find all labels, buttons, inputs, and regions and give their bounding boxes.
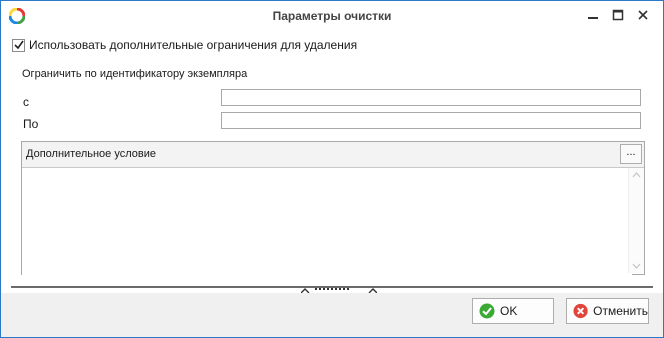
title-bar[interactable]: Параметры очистки: [1, 1, 663, 32]
cancel-label: Отменить: [593, 304, 648, 318]
minimize-button[interactable]: [583, 7, 603, 25]
cancel-button[interactable]: Отменить: [566, 298, 649, 324]
close-icon: [638, 10, 648, 20]
instance-id-section-label: Ограничить по идентификатору экземпляра: [22, 68, 248, 80]
additional-condition-header: Дополнительное условие ...: [22, 142, 644, 168]
scroll-down-icon[interactable]: [632, 263, 641, 269]
from-input[interactable]: [221, 89, 641, 106]
additional-condition-title: Дополнительное условие: [26, 148, 156, 160]
splitter-bar[interactable]: [11, 286, 653, 294]
condition-textarea[interactable]: [22, 168, 632, 276]
dialog-content: Использовать дополнительные ограничения …: [1, 32, 663, 286]
ok-button[interactable]: OK: [472, 298, 554, 324]
to-label: По: [23, 117, 39, 131]
cancel-circle-icon: [573, 303, 588, 319]
dialog-window: Параметры очистки Использовать дополните…: [0, 0, 664, 338]
maximize-icon: [612, 9, 624, 21]
maximize-button[interactable]: [608, 7, 628, 25]
to-input[interactable]: [221, 112, 641, 129]
close-button[interactable]: [633, 7, 653, 25]
condition-scrollbar[interactable]: [628, 168, 644, 273]
use-restrictions-row[interactable]: Использовать дополнительные ограничения …: [12, 38, 357, 52]
from-label: с: [23, 95, 29, 109]
additional-condition-panel: Дополнительное условие ...: [21, 141, 645, 276]
scroll-up-icon[interactable]: [632, 172, 641, 178]
use-restrictions-checkbox[interactable]: [12, 38, 25, 52]
check-circle-icon: [479, 303, 495, 319]
condition-browse-button[interactable]: ...: [620, 144, 642, 164]
ok-label: OK: [500, 304, 518, 318]
use-restrictions-label: Использовать дополнительные ограничения …: [29, 38, 358, 52]
dialog-footer: OK Отменить: [1, 293, 663, 337]
checkmark-icon: [14, 40, 24, 49]
minimize-icon: [588, 17, 598, 19]
window-title: Параметры очистки: [272, 9, 392, 23]
